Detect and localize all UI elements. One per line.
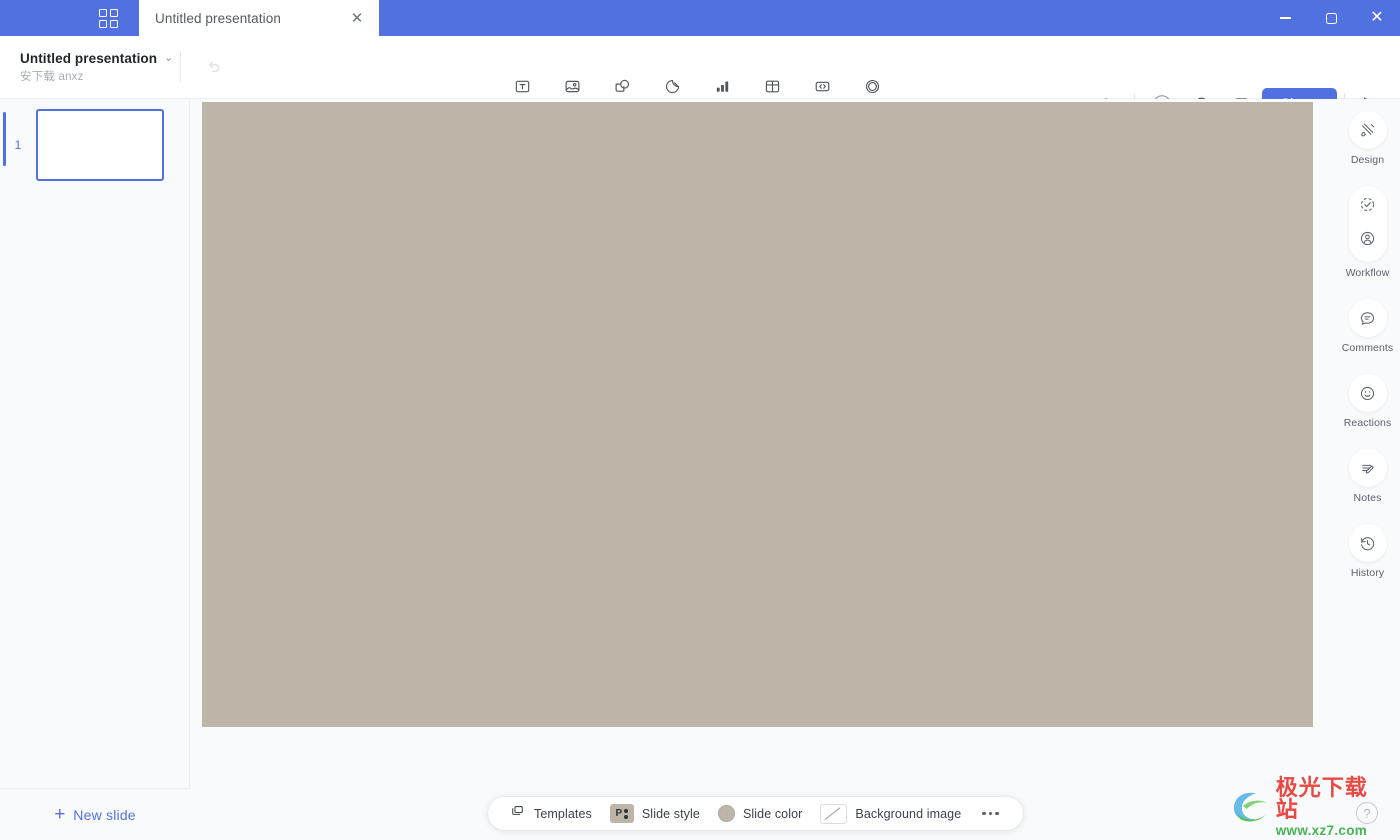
help-glyph: ? — [1363, 805, 1371, 821]
sidebar-item-label: History — [1350, 567, 1385, 579]
list-item[interactable]: 1 — [0, 99, 189, 181]
undo-icon[interactable] — [193, 47, 233, 87]
document-subtitle: 安下载 anxz — [20, 70, 84, 83]
slide-color-label: Slide color — [742, 806, 803, 821]
add-new-slide-button[interactable]: + New slide — [0, 788, 190, 840]
sidebar-item-comments[interactable]: Comments — [1335, 299, 1400, 354]
slide-color-swatch-icon — [717, 805, 735, 822]
close-icon[interactable]: ✕ — [347, 8, 367, 28]
right-sidebar: Design Workflow Comments Reactions Notes… — [1335, 99, 1400, 840]
sidebar-item-workflow[interactable]: Workflow — [1335, 186, 1400, 279]
sidebar-item-design[interactable]: Design — [1335, 111, 1400, 166]
maximize-icon[interactable] — [1308, 0, 1354, 36]
sidebar-item-notes[interactable]: Notes — [1335, 449, 1400, 504]
page-title: Untitled presentation — [20, 50, 158, 66]
chevron-down-icon[interactable]: ⌄ — [164, 52, 173, 64]
workflow-pill — [1348, 186, 1387, 262]
templates-stack-icon — [509, 803, 526, 825]
close-icon[interactable]: ✕ — [1354, 0, 1400, 36]
reactions-smiley-icon — [1348, 374, 1387, 412]
comments-bubble-icon — [1348, 299, 1387, 337]
window-controls: ✕ — [1262, 0, 1400, 36]
app-window: Untitled presentation ✕ ✕ Untitled prese… — [0, 0, 1400, 840]
table-grid-icon — [763, 76, 782, 97]
slide-thumbnail[interactable] — [36, 109, 164, 181]
sidebar-item-label: Design — [1350, 154, 1385, 166]
text-box-icon — [513, 76, 532, 97]
new-slide-label: New slide — [73, 806, 136, 823]
more-options-icon[interactable] — [970, 811, 1009, 816]
slide-style-label: Slide style — [641, 806, 700, 821]
document-meta: Untitled presentation ⌄ 安下载 anxz — [0, 51, 180, 84]
toolbar-divider — [180, 52, 181, 82]
slide-selected-indicator — [3, 112, 6, 166]
slide-style-letter: P — [615, 807, 623, 819]
plus-icon: + — [54, 804, 66, 825]
apps-grid-icon[interactable] — [77, 0, 139, 36]
help-question-icon[interactable]: ? — [1356, 802, 1378, 824]
sidebar-item-label: Comments — [1341, 342, 1394, 354]
media-image-icon — [563, 76, 582, 97]
tab-title: Untitled presentation — [155, 10, 281, 26]
templates-label: Templates — [534, 806, 592, 821]
templates-button[interactable]: Templates — [500, 797, 601, 830]
sidebar-item-reactions[interactable]: Reactions — [1335, 374, 1400, 429]
background-image-label: Background image — [855, 806, 962, 821]
slide-color-button[interactable]: Slide color — [709, 797, 811, 830]
background-image-chip-icon — [820, 803, 848, 824]
slide-options-toolbar: Templates P Slide style Slide color Back… — [488, 797, 1023, 830]
title-bar: Untitled presentation ✕ ✕ — [0, 0, 1400, 36]
notes-pencil-icon — [1348, 449, 1387, 487]
browser-tab[interactable]: Untitled presentation ✕ — [139, 0, 379, 36]
sidebar-item-history[interactable]: History — [1335, 524, 1400, 579]
slide-style-button[interactable]: P Slide style — [601, 797, 709, 830]
embed-code-icon — [813, 76, 832, 97]
workflow-person-icon[interactable] — [1358, 229, 1377, 253]
record-circle-icon — [863, 76, 882, 97]
sidebar-item-label: Reactions — [1343, 417, 1392, 429]
workflow-check-icon[interactable] — [1358, 195, 1377, 219]
slides-panel: 1 + New slide — [0, 99, 190, 840]
close-glyph: ✕ — [1370, 9, 1384, 26]
shape-icon — [613, 76, 632, 97]
app-toolbar: Untitled presentation ⌄ 安下载 anxz T — [0, 36, 1400, 120]
background-image-button[interactable]: Background image — [811, 797, 970, 830]
slide-canvas[interactable] — [202, 102, 1313, 727]
design-brush-icon — [1348, 111, 1387, 149]
sidebar-item-label: Workflow — [1345, 267, 1390, 279]
minimize-icon[interactable] — [1262, 0, 1308, 36]
slide-style-chip-icon: P — [609, 804, 634, 823]
history-clock-icon — [1348, 524, 1387, 562]
bar-chart-icon — [713, 76, 732, 97]
sidebar-item-label: Notes — [1353, 492, 1382, 504]
editor-stage — [190, 99, 1335, 840]
sticker-icon — [663, 76, 682, 97]
